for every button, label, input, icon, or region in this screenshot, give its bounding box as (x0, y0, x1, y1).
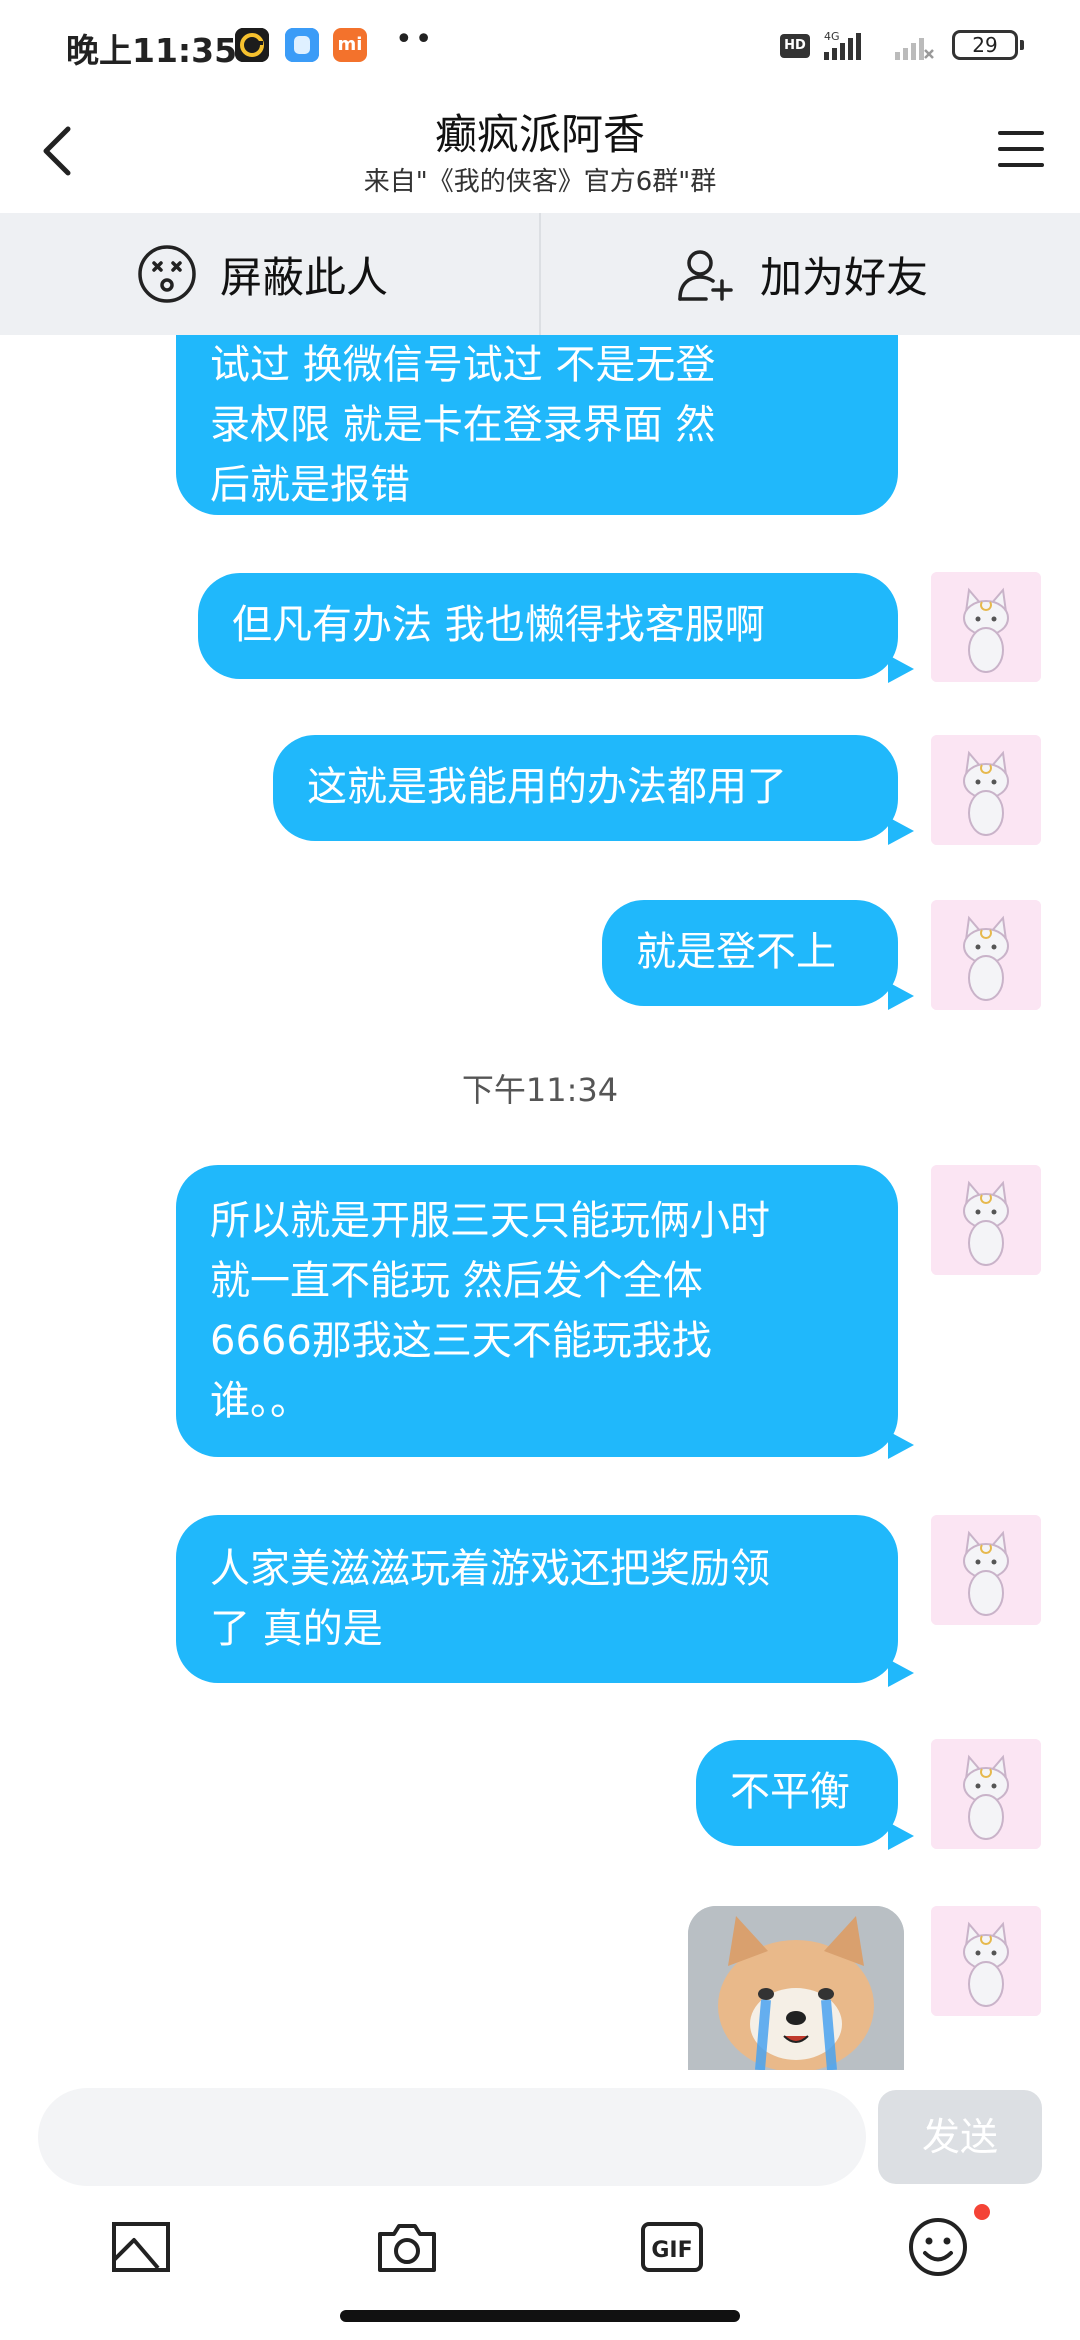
avatar[interactable] (931, 1906, 1041, 2016)
add-user-icon (678, 250, 733, 301)
menu-button[interactable] (990, 119, 1050, 179)
home-indicator[interactable] (340, 2310, 740, 2322)
block-face-icon (138, 245, 196, 303)
app-notification-icon-3: mi (333, 28, 367, 62)
cat-avatar-icon (931, 735, 1041, 845)
composer-toolbar: GIF (0, 2200, 1080, 2300)
message-line: 所以就是开服三天只能玩俩小时 (210, 1198, 770, 1244)
message-line: 不平衡 (730, 1769, 850, 1815)
cat-avatar-icon (931, 1515, 1041, 1625)
message-line: 6666那我这三天不能玩我找 (210, 1318, 712, 1364)
image-button[interactable] (106, 2212, 176, 2282)
signal-icon-sim1: 4G (820, 30, 864, 62)
cat-avatar-icon (931, 1165, 1041, 1275)
message-line: 了 真的是 (210, 1606, 383, 1652)
network-type-label: 4G (824, 30, 840, 43)
avatar[interactable] (931, 1165, 1041, 1275)
cat-avatar-icon (931, 1739, 1041, 1849)
gif-button[interactable]: GIF (637, 2212, 707, 2282)
cat-avatar-icon (931, 1906, 1041, 2016)
message-line: 试过 换微信号试过 不是无登 (210, 342, 716, 388)
emoji-button[interactable] (903, 2212, 973, 2282)
send-button[interactable]: 发送 (878, 2090, 1042, 2184)
message-line: 这就是我能用的办法都用了 (307, 764, 787, 810)
status-time: 晚上11:35 (66, 31, 238, 70)
message-line: 但凡有办法 我也懒得找客服啊 (232, 602, 765, 648)
message-line: 后就是报错 (210, 462, 410, 508)
sticker-image[interactable] (688, 1906, 904, 2070)
cat-avatar-icon (931, 572, 1041, 682)
message-bubble[interactable]: 试过 换微信号试过 不是无登 录权限 就是卡在登录界面 然 后就是报错 (176, 335, 898, 515)
add-friend-button[interactable]: 加为好友 (676, 213, 928, 335)
message-bubble[interactable]: 这就是我能用的办法都用了 (273, 735, 914, 845)
message-bubble[interactable]: 但凡有办法 我也懒得找客服啊 (198, 573, 914, 683)
message-line: 录权限 就是卡在登录界面 然 (210, 402, 716, 448)
message-bubble[interactable]: 所以就是开服三天只能玩俩小时 就一直不能玩 然后发个全体 6666那我这三天不能… (176, 1165, 914, 1459)
signal-icon-sim2 (893, 30, 937, 62)
block-user-label: 屏蔽此人 (220, 252, 389, 302)
battery-indicator: 29 (952, 30, 1024, 60)
app-notification-icon-1 (235, 28, 269, 62)
stranger-action-bar: 屏蔽此人 加为好友 (0, 213, 1080, 335)
chat-header: 癫疯派阿香 来自"《我的侠客》官方6群"群 (0, 95, 1080, 213)
message-timestamp: 下午11:34 (461, 1071, 619, 1109)
add-friend-label: 加为好友 (760, 252, 929, 302)
avatar[interactable] (931, 1515, 1041, 1625)
crying-dog-sticker-icon (688, 1906, 904, 2070)
message-composer: 发送 (0, 2070, 1080, 2200)
camera-icon (378, 2224, 436, 2272)
message-line: 谁。。 (210, 1378, 310, 1424)
message-line: 人家美滋滋玩着游戏还把奖励领 (210, 1546, 770, 1592)
gif-icon: GIF (641, 2222, 703, 2272)
gif-label: GIF (651, 2238, 692, 2263)
status-bar: 晚上11:35 mi •• HD 4G 29 (0, 0, 1080, 95)
action-divider (539, 213, 541, 335)
hd-badge: HD (780, 34, 810, 58)
chat-title: 癫疯派阿香 (434, 110, 645, 159)
app-notification-icon-2 (285, 28, 319, 62)
message-input[interactable] (38, 2088, 866, 2186)
avatar[interactable] (931, 1739, 1041, 1849)
cat-avatar-icon (931, 900, 1041, 1010)
chat-subtitle: 来自"《我的侠客》官方6群"群 (363, 167, 717, 197)
hamburger-menu-icon (998, 131, 1044, 167)
avatar[interactable] (931, 735, 1041, 845)
notification-dot (974, 2204, 990, 2220)
camera-button[interactable] (372, 2212, 442, 2282)
more-notifications-indicator: •• (395, 22, 435, 57)
message-line: 就是登不上 (636, 929, 836, 975)
block-user-button[interactable]: 屏蔽此人 (136, 213, 388, 335)
avatar[interactable] (931, 900, 1041, 1010)
message-bubble[interactable]: 就是登不上 (602, 900, 914, 1010)
avatar[interactable] (931, 572, 1041, 682)
image-icon (112, 2222, 170, 2272)
message-line: 就一直不能玩 然后发个全体 (210, 1258, 703, 1304)
emoji-icon (909, 2218, 967, 2276)
message-bubble[interactable]: 不平衡 (696, 1740, 914, 1850)
message-list[interactable]: 试过 换微信号试过 不是无登 录权限 就是卡在登录界面 然 后就是报错 但凡有办… (0, 335, 1080, 2070)
message-bubble[interactable]: 人家美滋滋玩着游戏还把奖励领 了 真的是 (176, 1515, 914, 1687)
